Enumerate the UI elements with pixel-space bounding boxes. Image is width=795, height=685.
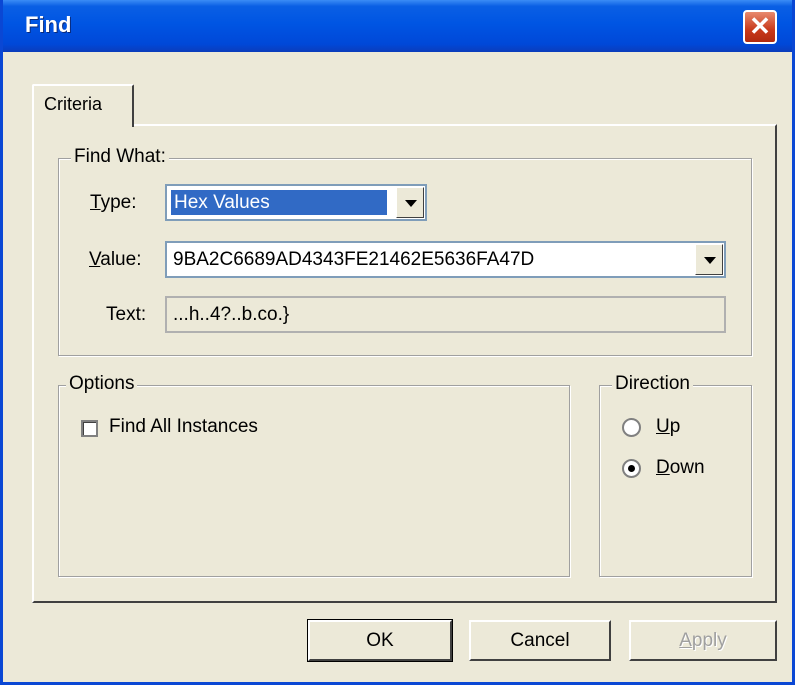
apply-mnemonic: A [679, 630, 692, 651]
criteria-panel: Find What: Type: Hex Values Value: 9BA2C… [32, 124, 777, 603]
direction-down-radio[interactable] [622, 459, 641, 478]
close-button[interactable]: ✕ [743, 10, 777, 44]
find-what-legend: Find What: [71, 146, 169, 168]
value-dropdown-button[interactable] [695, 244, 723, 275]
type-label: Type: [90, 192, 136, 214]
close-icon: ✕ [749, 11, 771, 41]
value-label-rest: alue: [100, 249, 142, 270]
tab-criteria-label: Criteria [44, 94, 103, 114]
direction-down-label[interactable]: Down [656, 457, 705, 479]
type-label-mnemonic: T [90, 192, 101, 213]
find-all-instances-label[interactable]: Find All Instances [109, 416, 258, 438]
up-rest: p [669, 416, 681, 437]
down-mnemonic: D [656, 457, 670, 478]
text-field-value: ...h..4?..b.co.} [173, 304, 290, 325]
tab-criteria[interactable]: Criteria [32, 84, 134, 127]
direction-legend: Direction [612, 373, 693, 395]
direction-up-label[interactable]: Up [656, 416, 680, 438]
value-label-mnemonic: V [89, 249, 101, 270]
value-combobox[interactable]: 9BA2C6689AD4343FE21462E5636FA47D [165, 241, 726, 278]
find-what-group: Find What: Type: Hex Values Value: 9BA2C… [58, 146, 752, 356]
direction-group: Direction Up Down [599, 373, 752, 577]
down-rest: own [669, 457, 705, 478]
cancel-button[interactable]: Cancel [469, 620, 611, 661]
value-label: Value: [89, 249, 141, 271]
options-group: Options Find All Instances [58, 373, 570, 577]
title-bar[interactable]: Find ✕ [3, 0, 792, 52]
text-label: Text: [106, 304, 147, 325]
direction-up-radio[interactable] [622, 418, 641, 437]
find-dialog: Find ✕ Criteria Find What: Type: Hex Val… [0, 0, 795, 685]
window-title: Find [25, 12, 72, 37]
ok-button[interactable]: OK [307, 619, 453, 662]
text-field: ...h..4?..b.co.} [165, 296, 726, 333]
apply-button[interactable]: Apply [629, 620, 777, 661]
type-label-rest: ype: [100, 192, 137, 213]
value-input-text: 9BA2C6689AD4343FE21462E5636FA47D [173, 249, 535, 270]
apply-rest: pply [691, 630, 727, 651]
options-legend: Options [66, 373, 138, 395]
type-select[interactable]: Hex Values [165, 184, 427, 221]
type-dropdown-button[interactable] [396, 187, 424, 218]
find-all-instances-checkbox[interactable] [81, 420, 98, 437]
type-select-value: Hex Values [171, 190, 387, 215]
up-mnemonic: U [656, 416, 670, 437]
